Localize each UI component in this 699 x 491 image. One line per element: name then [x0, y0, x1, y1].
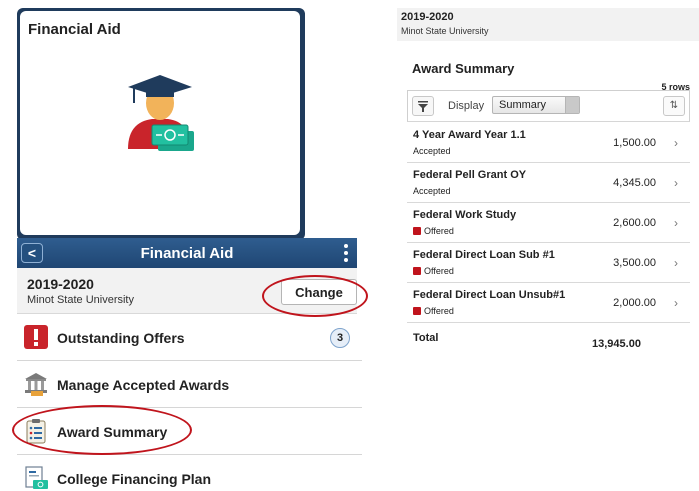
award-status-text: Offered — [424, 226, 454, 236]
award-name: 4 Year Award Year 1.1 — [413, 129, 526, 141]
award-amount: 3,500.00 — [613, 257, 656, 269]
award-name: Federal Direct Loan Sub #1 — [413, 249, 555, 261]
display-label: Display — [448, 100, 485, 112]
menu-item-manage-accepted-awards[interactable]: Manage Accepted Awards — [17, 361, 362, 408]
total-amount: 13,945.00 — [592, 338, 641, 350]
award-name: Federal Direct Loan Unsub#1 — [413, 289, 566, 301]
award-status-text: Offered — [424, 266, 454, 276]
sort-button[interactable]: ⇅ — [663, 96, 685, 116]
annotation-circle-award-summary — [12, 405, 192, 455]
nav-title: Financial Aid — [140, 245, 234, 262]
bank-icon — [25, 373, 47, 396]
display-select-value: Summary — [499, 99, 547, 111]
summary-school-name: Minot State University — [401, 26, 489, 36]
school-name: Minot State University — [27, 294, 134, 306]
chevron-right-icon[interactable]: › — [674, 256, 678, 270]
menu-item-label: Outstanding Offers — [57, 330, 185, 346]
table-row[interactable]: Federal Work Study Offered 2,600.00 › — [407, 203, 690, 243]
display-select[interactable]: Summary — [492, 96, 580, 114]
chevron-right-icon[interactable]: › — [674, 176, 678, 190]
filter-icon — [418, 101, 428, 112]
award-amount: 4,345.00 — [613, 177, 656, 189]
award-amount: 2,000.00 — [613, 297, 656, 309]
summary-title: Award Summary — [412, 61, 515, 76]
nav-bar: < Financial Aid — [17, 238, 357, 268]
award-amount: 1,500.00 — [613, 137, 656, 149]
warning-icon — [413, 227, 421, 235]
award-status-text: Accepted — [413, 186, 451, 196]
warning-icon — [413, 267, 421, 275]
graduate-with-money-icon — [128, 75, 194, 151]
summary-aid-year: 2019-2020 — [401, 11, 454, 23]
menu-item-college-financing-plan[interactable]: College Financing Plan — [17, 455, 362, 491]
award-amount: 2,600.00 — [613, 217, 656, 229]
table-row[interactable]: Federal Direct Loan Sub #1 Offered 3,500.0… — [407, 243, 690, 283]
menu-item-label: Manage Accepted Awards — [57, 377, 230, 393]
document-money-icon — [25, 466, 48, 489]
award-status: Offered — [413, 306, 454, 316]
table-row[interactable]: 4 Year Award Year 1.1 Accepted 1,500.00 › — [407, 123, 690, 163]
chevron-right-icon[interactable]: › — [674, 216, 678, 230]
grid-toolbar: Display Summary ⇅ — [407, 90, 690, 122]
award-status: Offered — [413, 266, 454, 276]
award-name: Federal Pell Grant OY — [413, 169, 527, 181]
menu-item-label: College Financing Plan — [57, 471, 212, 487]
total-label: Total — [413, 332, 439, 344]
table-row[interactable]: Federal Pell Grant OY Accepted 4,345.00 › — [407, 163, 690, 203]
tile-title: Financial Aid — [28, 21, 121, 38]
chevron-right-icon[interactable]: › — [674, 136, 678, 150]
aid-year: 2019-2020 — [27, 276, 94, 292]
summary-header: 2019-2020 Minot State University — [397, 8, 699, 41]
chevron-down-icon — [565, 97, 579, 113]
filter-button[interactable] — [412, 96, 434, 116]
sort-arrows-icon: ⇅ — [669, 100, 679, 111]
award-name: Federal Work Study — [413, 209, 517, 221]
warning-icon — [413, 307, 421, 315]
award-status-text: Offered — [424, 306, 454, 316]
financial-aid-tile[interactable]: Financial Aid — [20, 11, 300, 235]
award-status: Offered — [413, 226, 454, 236]
count-badge: 3 — [330, 328, 350, 348]
award-status: Accepted — [413, 146, 451, 156]
menu-item-outstanding-offers[interactable]: Outstanding Offers 3 — [17, 314, 362, 361]
exclamation-icon — [24, 325, 48, 349]
kebab-menu-icon[interactable] — [343, 243, 349, 263]
award-status: Accepted — [413, 186, 451, 196]
table-row[interactable]: Federal Direct Loan Unsub#1 Offered 2,000.… — [407, 283, 690, 323]
award-status-text: Accepted — [413, 146, 451, 156]
chevron-right-icon[interactable]: › — [674, 296, 678, 310]
annotation-circle-change — [262, 275, 368, 317]
